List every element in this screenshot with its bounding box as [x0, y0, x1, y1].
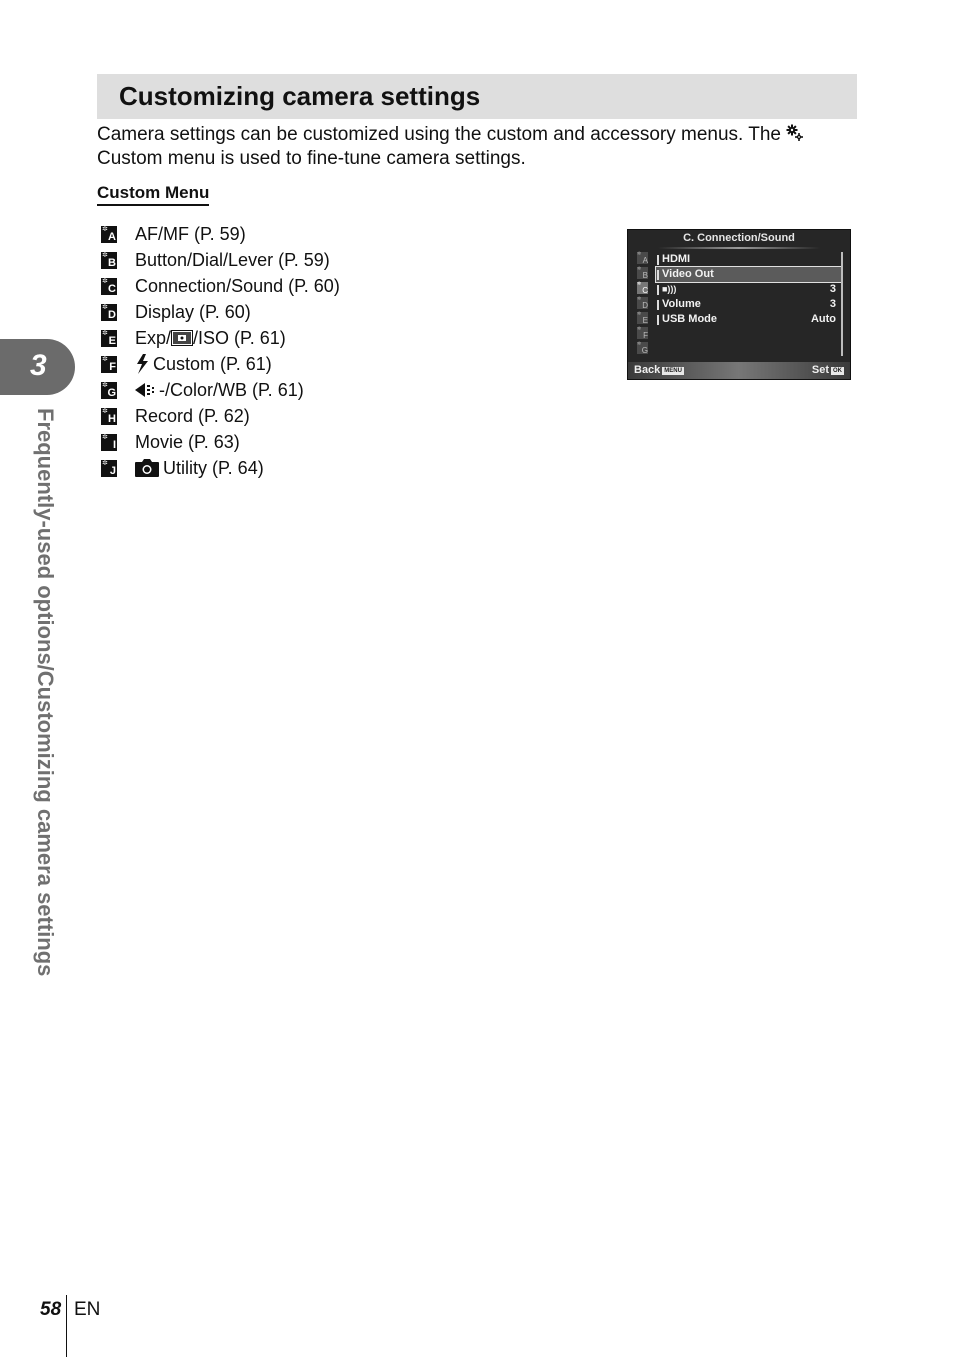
menu-item-label: -/Color/WB (P. 61)	[159, 379, 304, 400]
screen-scrollbar	[841, 252, 843, 356]
custom-tab-g-icon: ✲ G	[101, 381, 117, 399]
menu-item-flash-custom: ✲ F Custom (P. 61)	[101, 351, 340, 377]
custom-menu-heading: Custom Menu	[97, 183, 210, 206]
screen-tab-a: ✲ A	[637, 251, 648, 265]
menu-item-label: Custom (P. 61)	[153, 353, 272, 374]
custom-tab-f-icon: ✲ F	[101, 355, 117, 373]
screen-tab-column: ✲ A ✲ B ✲ C ✲ D ✲ E ✲ F ✲ G	[637, 251, 648, 357]
screen-tab-e: ✲ E	[637, 311, 648, 325]
screen-footer: Back MENU Set OK	[628, 362, 850, 379]
custom-tab-e-icon: ✲ E	[101, 329, 117, 347]
intro-text-1: Camera settings can be customized using …	[97, 124, 781, 145]
section-title-bar: Customizing camera settings	[97, 74, 857, 119]
screen-tab-d: ✲ D	[637, 296, 648, 310]
screen-back-label: Back MENU	[634, 364, 684, 376]
custom-menu-list: ✲ A AF/MF (P. 59) ✲ B Button/Dial/Lever (P…	[101, 221, 340, 481]
menu-item-label: Movie (P. 63)	[135, 431, 240, 452]
screen-title: C. Connection/Sound	[683, 232, 795, 244]
menu-item-af-mf: ✲ A AF/MF (P. 59)	[101, 221, 340, 247]
intro-paragraph: Camera settings can be customized using …	[97, 123, 857, 171]
custom-menu-gear-icon	[786, 124, 804, 141]
chapter-number: 3	[30, 349, 47, 382]
screen-item-usb-mode: USB Mode Auto	[656, 312, 842, 327]
menu-item-label-prefix: Exp/	[135, 327, 172, 348]
menu-item-record: ✲ H Record (P. 62)	[101, 403, 340, 429]
menu-item-connection-sound: ✲ C Connection/Sound (P. 60)	[101, 273, 340, 299]
menu-item-label: Button/Dial/Lever (P. 59)	[135, 249, 330, 270]
screen-item-volume: Volume 3	[656, 297, 842, 312]
custom-tab-b-icon: ✲ B	[101, 251, 117, 269]
menu-item-movie: ✲ I Movie (P. 63)	[101, 429, 340, 455]
menu-item-label: Connection/Sound (P. 60)	[135, 275, 340, 296]
intro-text-2: Custom menu is used to fine-tune camera …	[97, 148, 526, 169]
menu-item-exp-metering-iso: ✲ E Exp/ /ISO (P. 61)	[101, 325, 340, 351]
section-title: Customizing camera settings	[119, 81, 481, 111]
custom-tab-d-icon: ✲ D	[101, 303, 117, 321]
camera-menu-screen: C. Connection/Sound ✲ A ✲ B ✲ C ✲ D ✲ E ✲ F ✲ G…	[627, 229, 851, 380]
custom-tab-j-icon: ✲ J	[101, 459, 117, 477]
chapter-tab: 3	[0, 339, 75, 395]
screen-title-underline	[658, 247, 820, 249]
chapter-side-title-text: Frequently-used options/Customizing came…	[33, 408, 58, 977]
metering-icon	[171, 330, 194, 346]
screen-item-value: Auto	[810, 313, 836, 325]
beep-icon: ■)))	[662, 284, 677, 294]
menu-item-button-dial-lever: ✲ B Button/Dial/Lever (P. 59)	[101, 247, 340, 273]
custom-tab-i-icon: ✲ I	[101, 433, 117, 451]
menu-button-icon: MENU	[662, 367, 684, 375]
page-number: 58	[40, 1299, 62, 1320]
screen-item-hdmi: HDMI	[656, 252, 842, 267]
menu-item-label: Record (P. 62)	[135, 405, 250, 426]
menu-item-camera-utility: ✲ J Utility (P. 64)	[101, 455, 340, 481]
menu-item-quality-color-wb: ✲ G -/Color/WB (P. 61)	[101, 377, 340, 403]
menu-item-label: Display (P. 60)	[135, 301, 251, 322]
camera-icon	[135, 459, 159, 477]
screen-tab-b: ✲ B	[637, 266, 648, 280]
image-quality-icon	[135, 383, 154, 397]
screen-item-value: 3	[829, 283, 836, 295]
screen-item-beep: ■))) 3	[656, 282, 842, 297]
screen-tab-f: ✲ F	[637, 326, 648, 340]
page-language: EN	[74, 1299, 101, 1320]
page-footer-divider	[66, 1295, 67, 1357]
chapter-side-title: Frequently-used options/Customizing came…	[24, 408, 64, 1028]
custom-tab-h-icon: ✲ H	[101, 407, 117, 425]
ok-button-icon: OK	[831, 367, 844, 375]
screen-item-video-out: Video Out	[655, 266, 843, 283]
screen-tab-g: ✲ G	[637, 341, 648, 355]
menu-item-label: AF/MF (P. 59)	[135, 223, 246, 244]
screen-tab-c: ✲ C	[637, 281, 648, 295]
menu-item-label: Utility (P. 64)	[163, 457, 264, 478]
menu-item-display: ✲ D Display (P. 60)	[101, 299, 340, 325]
screen-item-value: 3	[829, 298, 836, 310]
custom-tab-a-icon: ✲ A	[101, 225, 117, 243]
screen-item-list: HDMI Video Out ■))) 3 Volume 3 USB Mode …	[655, 252, 843, 327]
menu-item-label: /ISO (P. 61)	[193, 327, 286, 348]
screen-set-label: Set OK	[811, 364, 844, 376]
custom-tab-c-icon: ✲ C	[101, 277, 117, 295]
flash-icon	[137, 354, 148, 374]
